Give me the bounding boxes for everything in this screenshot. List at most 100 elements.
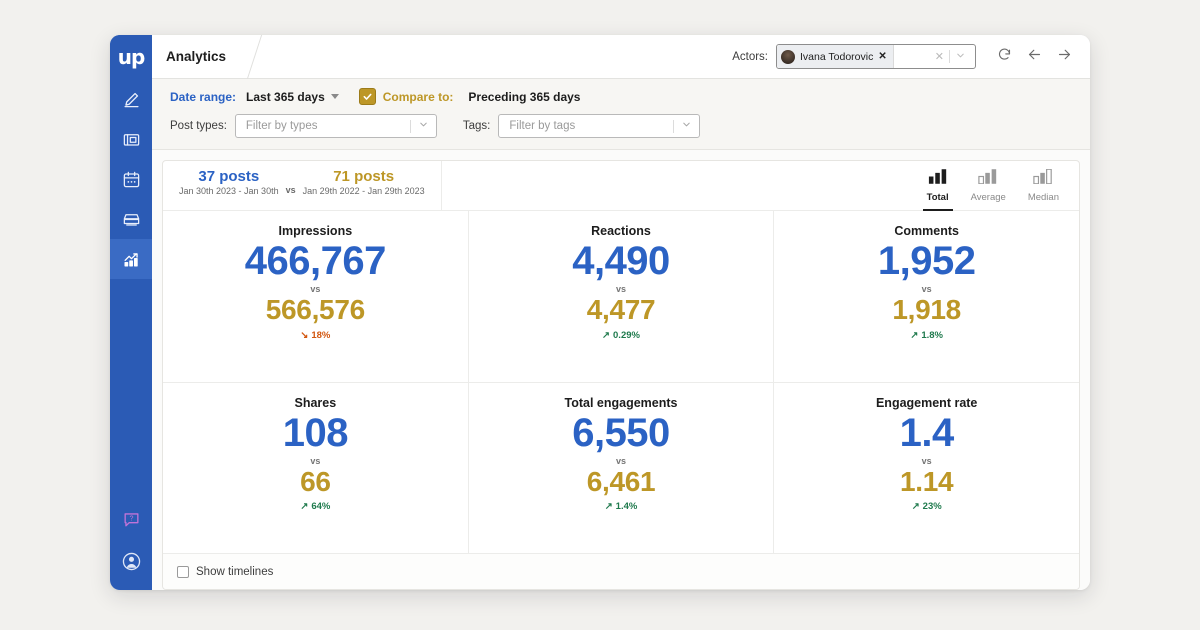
trend-up-icon: ↗ (602, 329, 611, 341)
svg-text:?: ? (129, 514, 133, 522)
chevron-down-icon[interactable] (674, 117, 699, 135)
bar-chart-trend-icon (122, 250, 141, 269)
posts-current-dates: Jan 30th 2023 - Jan 30th (179, 186, 279, 197)
posts-previous-count: 71 posts (333, 168, 395, 185)
metric-vs-label: vs (616, 284, 627, 295)
tags-placeholder: Filter by tags (509, 120, 576, 132)
clear-icon[interactable]: ✕ (930, 50, 949, 63)
bars-total-icon (928, 168, 948, 189)
metric-title: Reactions (591, 224, 651, 238)
tags-select[interactable]: Filter by tags (498, 114, 701, 138)
date-range-dropdown[interactable]: Last 365 days (246, 90, 339, 104)
metric-vs-label: vs (921, 455, 932, 466)
app-logo[interactable]: up (110, 35, 152, 79)
sidebar-bottom-nav: ? (110, 498, 152, 590)
metric-current-value: 1.4 (899, 410, 955, 455)
metric-delta: ↗ 1.4% (605, 501, 638, 512)
content-area: 37 posts Jan 30th 2023 - Jan 30th vs 71 … (152, 150, 1090, 590)
posts-current: 37 posts Jan 30th 2023 - Jan 30th (179, 168, 279, 196)
sidebar-nav (110, 79, 152, 279)
chevron-down-icon[interactable] (950, 50, 971, 64)
metric-delta-value: 18% (311, 329, 331, 341)
sidebar-item-account[interactable] (110, 540, 152, 582)
metric-delta-value: 23% (922, 501, 942, 513)
tags-label: Tags: (462, 120, 491, 132)
card-footer: Show timelines (163, 553, 1079, 589)
sidebar: up ? (110, 35, 152, 590)
metric-card-shares: Shares 108 vs 66 ↗ 64% (163, 383, 468, 554)
inbox-tray-icon (122, 210, 141, 229)
metric-current-value: 466,767 (244, 239, 387, 283)
view-mode-total[interactable]: Total (922, 161, 953, 211)
pencil-icon (122, 90, 141, 109)
compare-to-group: Compare to: Preceding 365 days (358, 88, 580, 105)
back-button[interactable] (1020, 43, 1048, 71)
tab-analytics[interactable]: Analytics (152, 35, 263, 79)
tab-analytics-label: Analytics (166, 49, 227, 64)
bars-average-icon (978, 168, 998, 189)
metric-vs-label: vs (310, 284, 321, 295)
sidebar-item-compose[interactable] (110, 79, 152, 119)
metric-title: Impressions (278, 224, 353, 238)
trend-down-icon: ↘ (300, 329, 309, 341)
metric-title: Engagement rate (875, 395, 978, 410)
sidebar-item-calendar[interactable] (110, 159, 152, 199)
compare-to-label: Compare to: (382, 89, 454, 104)
post-types-select[interactable]: Filter by types (234, 114, 437, 138)
metric-current-value: 6,550 (572, 410, 670, 455)
trend-up-icon: ↗ (300, 501, 309, 513)
view-mode-median-label: Median (1027, 191, 1059, 203)
posts-previous-dates: Jan 29th 2022 - Jan 29th 2023 (302, 186, 425, 197)
metric-card-impressions: Impressions 466,767 vs 566,576 ↘ 18% (163, 211, 468, 382)
filter-row-types-tags: Post types: Filter by types Tags: Filter… (152, 114, 1090, 138)
active-indicator (922, 209, 953, 211)
sidebar-item-library[interactable] (110, 119, 152, 159)
view-mode-median[interactable]: Median (1028, 161, 1059, 210)
posts-vs-label: vs (285, 185, 296, 195)
sidebar-item-inbox[interactable] (110, 199, 152, 239)
up-logo-icon: up (117, 45, 146, 69)
sidebar-item-help[interactable]: ? (110, 498, 152, 540)
refresh-icon (997, 47, 1012, 67)
metric-title: Shares (294, 395, 337, 410)
avatar (781, 49, 795, 64)
view-mode-toggle: Total Average Median (922, 161, 1079, 211)
chevron-down-icon[interactable] (411, 117, 436, 135)
app-window: up ? Analytics Actors: Ivana Todorovic ✕… (110, 35, 1090, 590)
actor-chip[interactable]: Ivana Todorovic ✕ (777, 45, 894, 68)
metric-current-value: 1,952 (877, 239, 976, 283)
view-mode-average[interactable]: Average (971, 161, 1006, 210)
posts-current-count: 37 posts (198, 168, 260, 185)
posts-comparison: 37 posts Jan 30th 2023 - Jan 30th vs 71 … (163, 161, 442, 210)
metric-delta: ↗ 0.29% (602, 330, 640, 341)
metric-delta-value: 0.29% (613, 329, 640, 341)
metric-current-value: 4,490 (572, 239, 670, 283)
posts-previous: 71 posts Jan 29th 2022 - Jan 29th 2023 (303, 168, 425, 196)
user-avatar-icon (121, 551, 142, 572)
trend-up-icon: ↗ (604, 501, 613, 513)
compare-to-value[interactable]: Preceding 365 days (468, 90, 580, 104)
summary-header: 37 posts Jan 30th 2023 - Jan 30th vs 71 … (163, 161, 1079, 211)
metric-title: Total engagements (564, 395, 678, 410)
metric-previous-value: 6,461 (586, 465, 656, 497)
bars-median-icon (1033, 168, 1053, 189)
metric-delta: ↗ 1.8% (910, 330, 943, 341)
metrics-row-2: Shares 108 vs 66 ↗ 64% Total engagements (163, 382, 1079, 554)
show-timelines-checkbox[interactable] (177, 565, 189, 578)
metric-card-reactions: Reactions 4,490 vs 4,477 ↗ 0.29% (467, 211, 774, 382)
metrics-row-1: Impressions 466,767 vs 566,576 ↘ 18% Rea… (163, 211, 1079, 383)
refresh-button[interactable] (990, 43, 1018, 71)
view-mode-total-label: Total (926, 191, 949, 203)
forward-button[interactable] (1050, 43, 1078, 71)
tags-controls (673, 117, 699, 135)
compare-to-checkbox[interactable] (358, 88, 376, 105)
metric-delta: ↘ 18% (300, 330, 330, 341)
sidebar-item-analytics[interactable] (110, 239, 152, 279)
metric-previous-value: 66 (300, 465, 331, 497)
metric-delta: ↗ 64% (300, 501, 330, 512)
close-icon[interactable]: ✕ (878, 51, 886, 62)
filter-row-daterange: Date range: Last 365 days Compare to: Pr… (152, 88, 1090, 105)
date-range-label: Date range: (170, 89, 237, 104)
actors-input[interactable]: Ivana Todorovic ✕ ✕ (776, 44, 976, 69)
metric-vs-label: vs (616, 455, 627, 466)
